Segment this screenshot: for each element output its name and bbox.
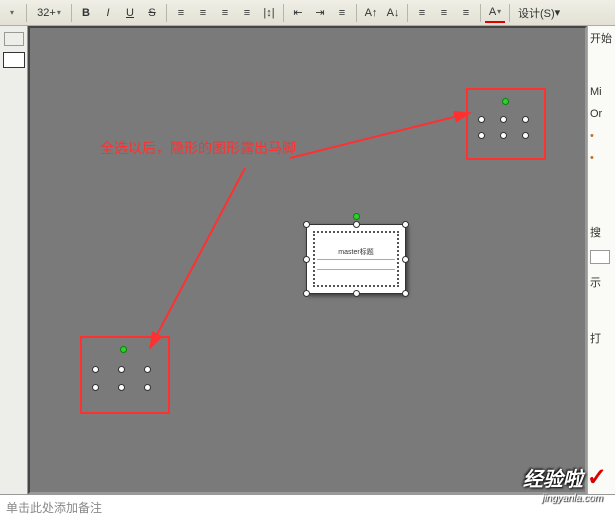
rp-or-label: Or: [590, 108, 613, 120]
strike-button[interactable]: S: [142, 3, 162, 23]
selection-handle-icon[interactable]: [303, 221, 310, 228]
fontsize-dropdown[interactable]: 32+▾: [31, 3, 67, 23]
tool-button-3[interactable]: ≡: [456, 3, 476, 23]
outline-tab[interactable]: [4, 32, 24, 46]
selection-handle-icon[interactable]: [303, 256, 310, 263]
center-box-label: master标题: [307, 247, 405, 257]
rp-open-label[interactable]: 打: [590, 330, 613, 346]
numbered-list-button[interactable]: ≡: [332, 3, 352, 23]
selection-handle-icon[interactable]: [500, 132, 507, 139]
selection-handle-icon[interactable]: [144, 366, 151, 373]
font-color-button[interactable]: A▾: [485, 3, 505, 23]
selection-handle-icon[interactable]: [92, 384, 99, 391]
rp-mi-label: Mi: [590, 86, 613, 98]
design-button[interactable]: 设计(S)▾: [514, 3, 564, 23]
selected-shape-1[interactable]: [478, 100, 534, 144]
align-center-button[interactable]: ≡: [193, 3, 213, 23]
font-increase-button[interactable]: A↑: [361, 3, 381, 23]
checkmark-icon: ✓: [587, 463, 607, 492]
toolbar: ▾ 32+▾ B I U S ≡ ≡ ≡ ≡ |↕| ⇤ ⇥ ≡ A↑ A↓ ≡…: [0, 0, 615, 26]
align-right-button[interactable]: ≡: [215, 3, 235, 23]
watermark: 经验啦 ✓: [523, 463, 607, 492]
notes-placeholder: 单击此处添加备注: [6, 501, 102, 515]
slide-thumbnail-1[interactable]: [3, 52, 25, 68]
selection-handle-icon[interactable]: [522, 116, 529, 123]
selection-handle-icon[interactable]: [144, 384, 151, 391]
rp-search-label: 搜: [590, 224, 613, 240]
font-dropdown[interactable]: ▾: [2, 3, 22, 23]
selection-handle-icon[interactable]: [353, 221, 360, 228]
slides-panel: [0, 26, 28, 494]
rotate-handle-icon[interactable]: [120, 346, 127, 353]
indent-decrease-button[interactable]: ⇤: [288, 3, 308, 23]
annotation-text: 全选以后，隐形的图形露出马脚: [100, 138, 296, 158]
selection-handle-icon[interactable]: [118, 366, 125, 373]
selected-shape-2[interactable]: [92, 348, 156, 396]
selection-handle-icon[interactable]: [522, 132, 529, 139]
selection-handle-icon[interactable]: [118, 384, 125, 391]
selected-content-box[interactable]: master标题: [306, 224, 406, 294]
tool-button-1[interactable]: ≡: [412, 3, 432, 23]
line-spacing-button[interactable]: |↕|: [259, 3, 279, 23]
selection-handle-icon[interactable]: [500, 116, 507, 123]
bullet-icon: •: [590, 152, 613, 164]
rp-demo-label: 示: [590, 274, 613, 290]
task-pane-start[interactable]: 开始: [590, 30, 613, 46]
selection-handle-icon[interactable]: [353, 290, 360, 297]
slide-editor[interactable]: 全选以后，隐形的图形露出马脚: [28, 26, 587, 494]
tool-button-2[interactable]: ≡: [434, 3, 454, 23]
indent-increase-button[interactable]: ⇥: [310, 3, 330, 23]
divider: [317, 269, 395, 270]
task-pane: 开始 Mi Or • • 搜 示 打: [587, 26, 615, 494]
font-decrease-button[interactable]: A↓: [383, 3, 403, 23]
divider: [317, 259, 395, 260]
selection-handle-icon[interactable]: [402, 221, 409, 228]
watermark-url: jingyanla.com: [542, 493, 603, 504]
italic-button[interactable]: I: [98, 3, 118, 23]
selection-handle-icon[interactable]: [478, 116, 485, 123]
bullet-icon: •: [590, 130, 613, 142]
align-left-button[interactable]: ≡: [171, 3, 191, 23]
selection-handle-icon[interactable]: [92, 366, 99, 373]
selection-handle-icon[interactable]: [402, 290, 409, 297]
selection-handle-icon[interactable]: [402, 256, 409, 263]
selection-handle-icon[interactable]: [303, 290, 310, 297]
watermark-text: 经验啦: [523, 463, 583, 492]
search-input[interactable]: [590, 250, 610, 264]
selection-handle-icon[interactable]: [478, 132, 485, 139]
notes-pane[interactable]: 单击此处添加备注: [0, 494, 615, 522]
bold-button[interactable]: B: [76, 3, 96, 23]
rotate-handle-icon[interactable]: [502, 98, 509, 105]
main-area: 全选以后，隐形的图形露出马脚: [0, 26, 615, 494]
align-justify-button[interactable]: ≡: [237, 3, 257, 23]
underline-button[interactable]: U: [120, 3, 140, 23]
rotate-handle-icon[interactable]: [353, 213, 360, 220]
